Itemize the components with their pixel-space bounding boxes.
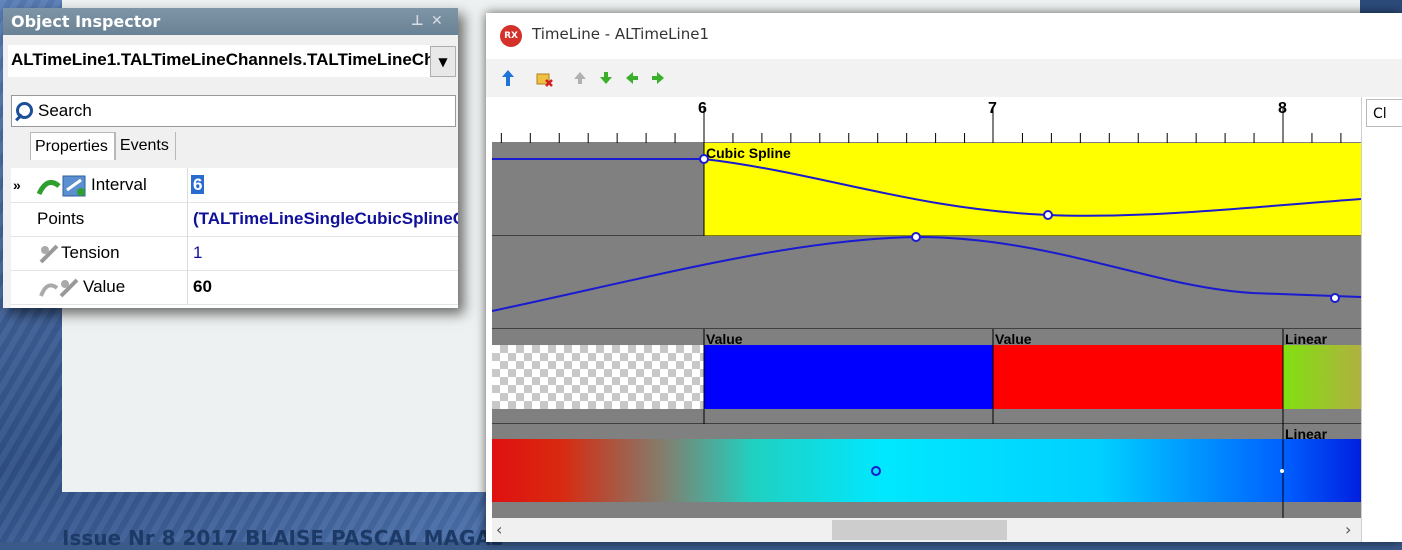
- side-panel-tab[interactable]: Cl: [1366, 99, 1402, 127]
- chevron-down-icon[interactable]: ▼: [430, 46, 456, 77]
- property-name: Interval: [91, 175, 147, 194]
- green-right-arrow-icon[interactable]: [648, 68, 668, 88]
- object-inspector-title-bar: Object Inspector ⊥ ✕: [3, 8, 458, 35]
- tab-events[interactable]: Events: [114, 132, 176, 160]
- ruler-label-8: 8: [1278, 100, 1287, 117]
- timeline-title-bar: RX TimeLine - ALTimeLine1: [486, 13, 1402, 59]
- property-grid: » Interval 6 Points (TALTimeLineSingleCu…: [11, 168, 458, 308]
- inspector-tabs: Properties Events: [30, 132, 176, 160]
- value-label-2: Value: [995, 331, 1032, 347]
- spline-point: [911, 232, 921, 242]
- property-row-points[interactable]: Points (TALTimeLineSingleCubicSplineChan…: [11, 202, 458, 237]
- object-inspector-title: Object Inspector: [11, 12, 161, 31]
- pin-icon[interactable]: ⊥: [411, 8, 424, 35]
- value-label-1: Value: [706, 331, 743, 347]
- ruler-label-7: 7: [988, 100, 997, 117]
- property-name: Tension: [61, 243, 120, 262]
- linear-label-2: Linear: [1285, 426, 1328, 442]
- window-title: TimeLine - ALTimeLine1: [532, 25, 709, 43]
- animate-icon: [37, 175, 86, 197]
- value-blue-region: [704, 345, 993, 409]
- gradient-region: [492, 439, 1361, 502]
- spline-channel-gray: [492, 143, 704, 236]
- timeline-toolbar: [486, 59, 1402, 97]
- scroll-left-icon[interactable]: ‹: [496, 520, 502, 539]
- linear-green-region: [1283, 345, 1361, 409]
- gray-up-arrow-icon[interactable]: [570, 68, 590, 88]
- checker-region: [492, 345, 704, 409]
- timeline-window: RX TimeLine - ALTimeLine1 6 7 8 Cubic Sp…: [486, 13, 1402, 542]
- ruler-label-6: 6: [698, 100, 707, 117]
- app-logo-icon: RX: [500, 25, 522, 47]
- search-input[interactable]: Search: [11, 95, 456, 127]
- component-selector[interactable]: ALTimeLine1.TALTimeLineChannels.TALTimeL…: [8, 45, 431, 77]
- scroll-right-icon[interactable]: ›: [1345, 520, 1351, 539]
- object-inspector: Object Inspector ⊥ ✕ ALTimeLine1.TALTime…: [3, 8, 458, 308]
- green-left-arrow-icon[interactable]: [622, 68, 642, 88]
- value-red-region: [993, 345, 1283, 409]
- property-icon: [39, 244, 59, 264]
- property-name: Points: [37, 202, 188, 236]
- property-value[interactable]: 1: [193, 236, 458, 270]
- property-name: Value: [83, 277, 126, 296]
- scrollbar-thumb[interactable]: [832, 520, 1007, 540]
- property-value[interactable]: 60: [193, 270, 458, 304]
- magazine-footer: Issue Nr 8 2017 BLAISE PASCAL MAGAZINE: [62, 526, 502, 550]
- linear-label-1: Linear: [1285, 331, 1328, 347]
- spline-point: [1330, 293, 1340, 303]
- close-icon[interactable]: ✕: [431, 8, 443, 35]
- cubic-spline-label: Cubic Spline: [706, 145, 791, 161]
- timeline-canvas[interactable]: 6 7 8 Cubic Spline Value Value Linear Li…: [492, 97, 1361, 518]
- spline-point: [699, 154, 709, 164]
- horizontal-scrollbar[interactable]: ‹ ›: [492, 518, 1361, 542]
- property-row-interval[interactable]: » Interval 6: [11, 168, 458, 203]
- side-panel: Cl: [1361, 97, 1402, 542]
- delete-box-icon[interactable]: [534, 68, 554, 88]
- property-value[interactable]: 6: [191, 175, 205, 194]
- current-row-marker-icon: »: [13, 177, 21, 193]
- gradient-point: [1280, 469, 1284, 473]
- property-row-tension[interactable]: Tension 1: [11, 236, 458, 271]
- search-placeholder: Search: [38, 101, 92, 120]
- animate-icon: [39, 278, 79, 298]
- tab-properties[interactable]: Properties: [30, 132, 115, 160]
- property-row-value[interactable]: Value 60: [11, 270, 458, 305]
- ruler: [492, 97, 1361, 143]
- green-down-arrow-icon[interactable]: [596, 68, 616, 88]
- spline-point: [1043, 210, 1053, 220]
- timeline-graphic[interactable]: 6 7 8 Cubic Spline Value Value Linear Li…: [492, 97, 1361, 518]
- property-value[interactable]: (TALTimeLineSingleCubicSplineChannelPoin…: [193, 202, 458, 236]
- blue-up-arrow-icon[interactable]: [498, 68, 518, 88]
- spline-channel-yellow: [704, 143, 1361, 236]
